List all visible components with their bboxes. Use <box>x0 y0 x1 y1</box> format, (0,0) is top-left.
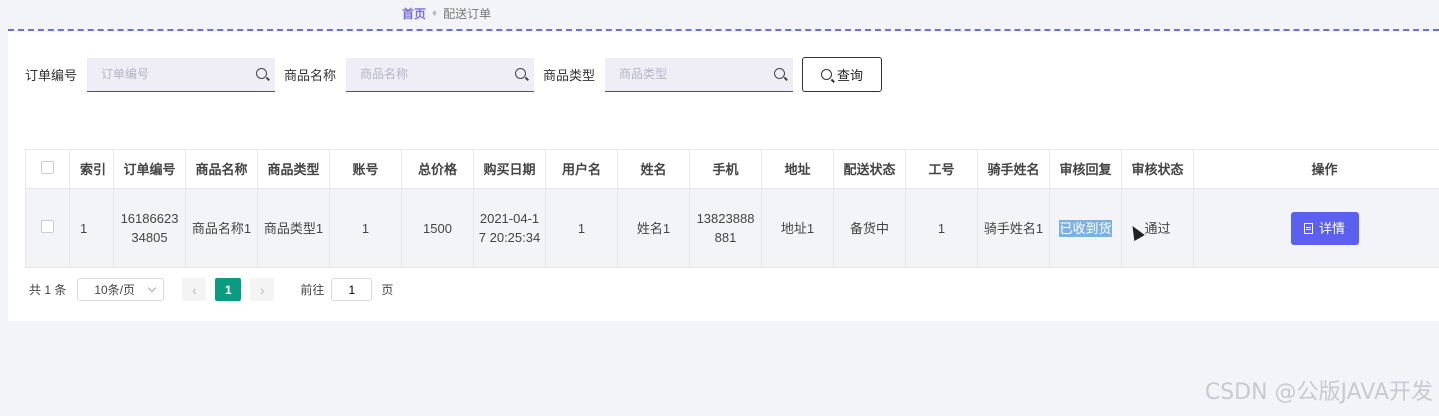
column-header[interactable]: 工号 <box>905 149 978 189</box>
product-type-input[interactable] <box>605 57 770 90</box>
column-header[interactable]: 用户名 <box>545 149 618 189</box>
pagination-total: 共 1 条 <box>29 283 67 297</box>
table-row[interactable]: 1 1618662334805 商品名称1 商品类型1 1 1500 2021-… <box>25 188 1439 268</box>
table-cell: 1 <box>905 188 978 268</box>
page-jump: 前往 页 <box>300 278 393 301</box>
detail-button[interactable]: 详情 <box>1290 211 1359 245</box>
column-header[interactable]: 索引 <box>69 149 114 189</box>
product-name-field <box>346 57 535 92</box>
detail-button-label: 详情 <box>1318 220 1345 236</box>
column-header[interactable]: 地址 <box>761 149 834 189</box>
header-divider <box>8 29 1439 31</box>
page-jump-prefix: 前往 <box>300 283 325 297</box>
prev-page-button[interactable]: ‹ <box>182 278 207 301</box>
row-checkbox[interactable] <box>41 219 54 233</box>
column-header[interactable]: 购买日期 <box>473 149 546 189</box>
chevron-down-icon <box>148 283 157 293</box>
column-header[interactable]: 审核状态 <box>1121 149 1194 189</box>
document-icon <box>1303 222 1313 234</box>
table-cell: 商品类型1 <box>257 188 330 268</box>
query-button-label: 查询 <box>837 68 864 83</box>
table-cell: 地址1 <box>761 188 834 268</box>
table-cell: 1618662334805 <box>113 188 186 268</box>
review-reply-cell: 已收到货 <box>1049 188 1122 268</box>
table-cell: 1 <box>545 188 618 268</box>
search-icon <box>256 67 268 79</box>
table-cell: 1500 <box>401 188 474 268</box>
row-select-cell <box>25 188 70 268</box>
page-size-value: 10条/页 <box>94 283 136 297</box>
column-header[interactable]: 配送状态 <box>833 149 906 189</box>
table-cell: 1 <box>69 188 114 268</box>
search-icon <box>515 67 527 79</box>
page-jump-input[interactable] <box>331 278 373 301</box>
review-reply-text: 已收到货 <box>1059 219 1112 237</box>
select-all-header <box>25 149 70 189</box>
column-header: 操作 <box>1193 149 1439 189</box>
product-type-label: 商品类型 <box>543 68 596 83</box>
product-name-input[interactable] <box>346 57 511 90</box>
table-cell: 姓名1 <box>617 188 690 268</box>
product-name-label: 商品名称 <box>284 68 337 83</box>
column-header[interactable]: 商品名称 <box>185 149 258 189</box>
table-header-row: 索引 订单编号 商品名称 商品类型 账号 总价格 购买日期 用户名 姓名 手机 … <box>25 149 1439 189</box>
table-cell: 1 <box>329 188 402 268</box>
column-header[interactable]: 总价格 <box>401 149 474 189</box>
order-no-field <box>87 57 276 92</box>
table-cell: 13823888881 <box>689 188 762 268</box>
column-header[interactable]: 账号 <box>329 149 402 189</box>
order-no-label: 订单编号 <box>25 68 78 83</box>
main-panel: 订单编号 商品名称 商品类型 查询 <box>8 32 1439 321</box>
page-size-select[interactable]: 10条/页 <box>77 278 165 301</box>
breadcrumb-current: 配送订单 <box>443 7 492 21</box>
search-icon <box>774 67 786 79</box>
table-cell: 2021-04-17 20:25:34 <box>473 188 546 268</box>
actions-cell: 详情 <box>1193 188 1439 268</box>
page-number-current[interactable]: 1 <box>215 278 242 301</box>
orders-table: 索引 订单编号 商品名称 商品类型 账号 总价格 购买日期 用户名 姓名 手机 … <box>25 149 1439 268</box>
search-bar: 订单编号 商品名称 商品类型 查询 <box>25 57 883 92</box>
page-jump-suffix: 页 <box>381 283 394 297</box>
select-all-checkbox[interactable] <box>41 160 54 174</box>
column-header[interactable]: 手机 <box>689 149 762 189</box>
breadcrumb-home[interactable]: 首页 <box>402 5 426 22</box>
table-cell: 骑手姓名1 <box>977 188 1050 268</box>
table-cell: 备货中 <box>833 188 906 268</box>
product-type-field <box>605 57 794 92</box>
breadcrumb-separator-icon: ♦ <box>432 8 438 19</box>
column-header[interactable]: 骑手姓名 <box>977 149 1050 189</box>
watermark: CSDN @公版JAVA开发 <box>1204 380 1433 405</box>
column-header[interactable]: 商品类型 <box>257 149 330 189</box>
column-header[interactable]: 姓名 <box>617 149 690 189</box>
query-button[interactable]: 查询 <box>802 57 883 92</box>
table-cell: 商品名称1 <box>185 188 258 268</box>
search-icon <box>821 69 833 80</box>
column-header[interactable]: 订单编号 <box>113 149 186 189</box>
next-page-button[interactable]: › <box>250 278 275 301</box>
column-header[interactable]: 审核回复 <box>1049 149 1122 189</box>
breadcrumb: 首页 ♦ 配送订单 <box>402 5 491 22</box>
order-no-input[interactable] <box>87 57 252 90</box>
pagination: 共 1 条 10条/页 ‹ 1 › 前往 页 <box>29 278 393 301</box>
